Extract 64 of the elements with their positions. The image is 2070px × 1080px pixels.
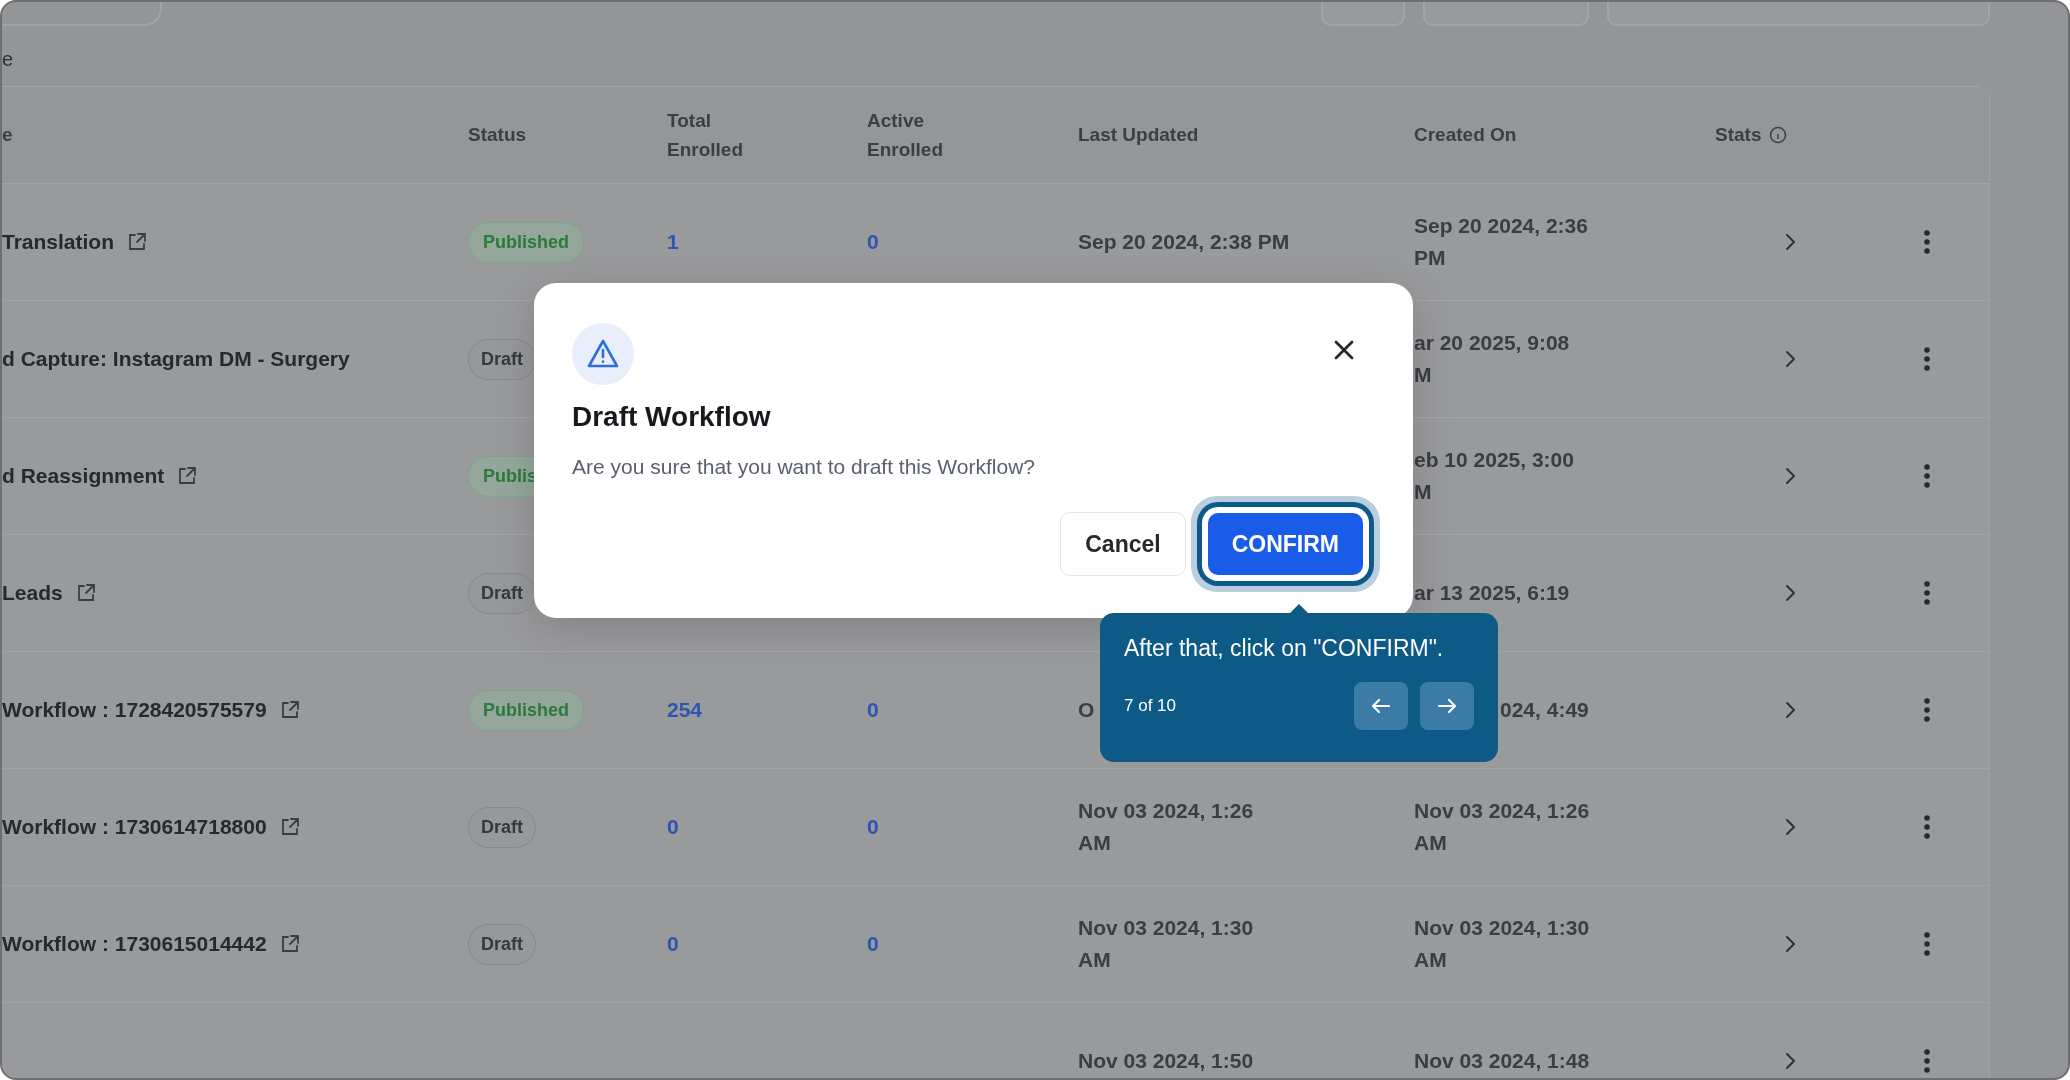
status-badge: Draft (468, 806, 536, 848)
next-button[interactable] (1420, 682, 1474, 730)
workflow-name[interactable]: Leads (2, 581, 63, 605)
step-counter: 7 of 10 (1124, 696, 1177, 716)
column-header: Stats (1715, 124, 1762, 146)
date-text: Nov 03 2024, 1:30 AM (1078, 915, 1254, 973)
chevron-right-icon[interactable] (1783, 582, 1797, 604)
more-options-icon[interactable] (1923, 1048, 1931, 1074)
date-text: O (1078, 697, 1095, 723)
date-text: ar 20 2025, 9:08 M (1414, 330, 1570, 388)
chevron-right-icon[interactable] (1783, 1050, 1797, 1072)
column-header: e (2, 124, 13, 146)
status-badge: Draft (468, 923, 536, 965)
chevron-right-icon[interactable] (1783, 699, 1797, 721)
workflow-name[interactable]: d Reassignment (2, 464, 165, 488)
date-text: 024, 4:49 (1500, 697, 1589, 723)
chevron-right-icon[interactable] (1783, 465, 1797, 487)
column-header: Total Enrolled (667, 109, 744, 162)
column-header: Last Updated (1078, 124, 1199, 146)
workflow-name[interactable]: Translation (2, 230, 115, 254)
dialog-message: Are you sure that you want to draft this Workflow? (572, 455, 1036, 479)
date-text: Nov 03 2024, 1:26 AM (1078, 798, 1254, 856)
column-header: Created On (1414, 124, 1517, 146)
workflow-name[interactable]: Workflow : 1730615014442 (2, 932, 267, 956)
more-options-icon[interactable] (1923, 931, 1931, 957)
workflow-name[interactable]: d Capture: Instagram DM - Surgery (2, 347, 350, 371)
chevron-right-icon[interactable] (1783, 816, 1797, 838)
search-field[interactable] (1607, 2, 1990, 26)
status-badge: Published (468, 689, 584, 731)
workflow-name[interactable]: Workflow : 1728420575579 (2, 698, 267, 722)
column-header: Active Enrolled (867, 109, 944, 162)
arrow-right-icon[interactable] (1436, 697, 1458, 715)
status-badge: Draft (468, 338, 536, 380)
date-text: Sep 20 2024, 2:38 PM (1078, 229, 1290, 255)
view-toggle[interactable] (1423, 2, 1589, 26)
dialog-title: Draft Workflow (572, 401, 772, 433)
chevron-right-icon[interactable] (1783, 348, 1797, 370)
chevron-right-icon[interactable] (1783, 231, 1797, 253)
date-text: eb 10 2025, 3:00 M (1414, 447, 1574, 505)
column-header: Status (468, 124, 527, 146)
date-text: ar 13 2025, 6:19 (1414, 580, 1570, 606)
date-text: Nov 03 2024, 1:26 AM (1414, 798, 1590, 856)
more-options-icon[interactable] (1923, 814, 1931, 840)
arrow-left-icon[interactable] (1370, 697, 1392, 715)
cancel-button[interactable]: Cancel (1060, 512, 1186, 576)
section-title: e (2, 47, 15, 66)
date-text: Nov 03 2024, 1:30 AM (1414, 915, 1590, 973)
date-text: Nov 03 2024, 1:48 (1414, 1048, 1590, 1074)
more-options-icon[interactable] (1923, 697, 1931, 723)
date-text: Sep 20 2024, 2:36 PM (1414, 213, 1588, 271)
more-options-icon[interactable] (1923, 229, 1931, 255)
external-link-icon[interactable] (176, 465, 199, 487)
previous-button[interactable] (1354, 682, 1408, 730)
workflow-name[interactable]: Workflow : 1730614718800 (2, 815, 267, 839)
chevron-right-icon[interactable] (1783, 933, 1797, 955)
status-badge: Published (468, 221, 584, 263)
close-icon[interactable] (1333, 339, 1355, 361)
more-options-icon[interactable] (1923, 580, 1931, 606)
external-link-icon[interactable] (126, 231, 149, 253)
more-options-icon[interactable] (1923, 463, 1931, 489)
date-text: Nov 03 2024, 1:50 (1078, 1048, 1254, 1074)
more-options-icon[interactable] (1923, 346, 1931, 372)
status-badge: Draft (468, 572, 536, 614)
tooltip-text: After that, click on "CONFIRM". (1124, 635, 1445, 662)
